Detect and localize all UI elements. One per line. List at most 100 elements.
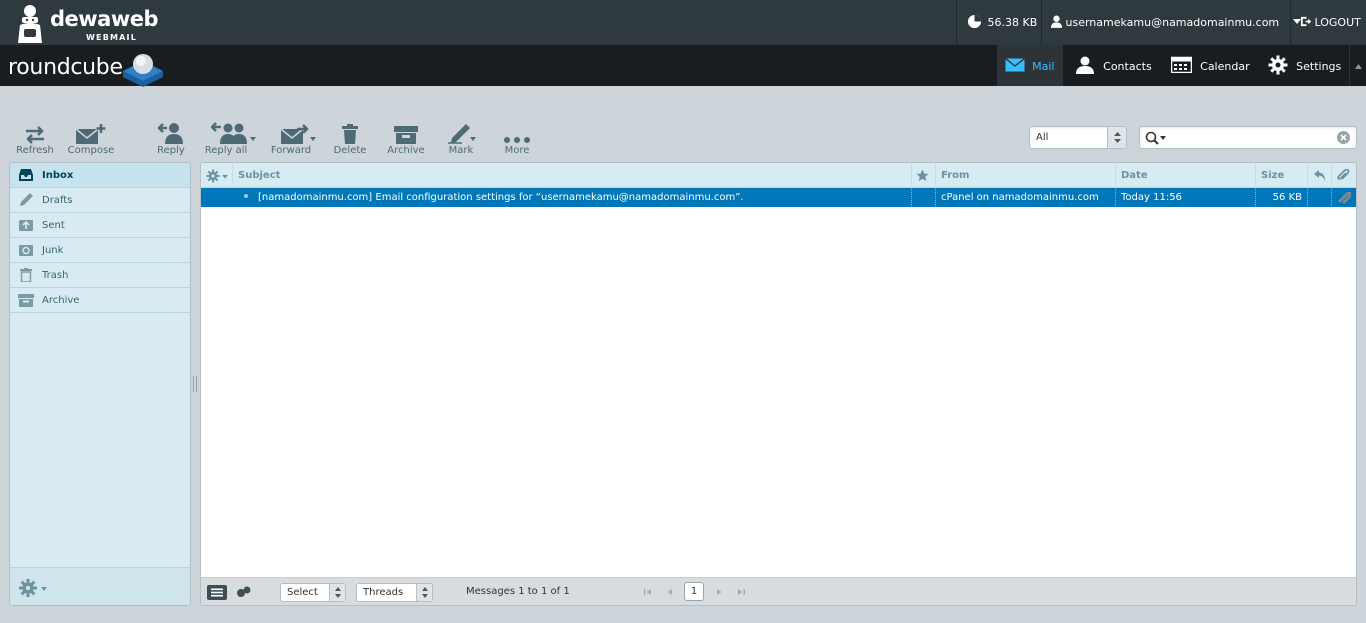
archive-label: Archive bbox=[387, 145, 425, 156]
column-attachment[interactable] bbox=[1331, 163, 1356, 188]
page-number-input[interactable]: 1 bbox=[684, 582, 704, 601]
reply-all-icon bbox=[211, 122, 247, 144]
collapse-header-icon[interactable] bbox=[1355, 64, 1362, 69]
dewaweb-logo[interactable]: dewaweb WEBMAIL bbox=[14, 3, 159, 43]
pane-splitter[interactable] bbox=[193, 376, 198, 392]
column-subject[interactable]: Subject bbox=[232, 163, 911, 188]
user-menu[interactable]: usernamekamu@namadomainmu.com bbox=[1051, 0, 1301, 45]
tab-settings-label: Settings bbox=[1296, 60, 1342, 73]
replied-icon bbox=[1314, 170, 1325, 181]
tab-mail-label: Mail bbox=[1032, 60, 1055, 73]
folder-list: Inbox Drafts Sent Junk Trash Archive bbox=[9, 162, 191, 606]
attachment-icon bbox=[1337, 191, 1352, 205]
logout-button[interactable]: LOGOUT bbox=[1300, 0, 1361, 45]
next-page-icon[interactable] bbox=[714, 587, 724, 597]
message-status-cell bbox=[1307, 188, 1331, 207]
folder-settings-gear-icon[interactable] bbox=[18, 578, 50, 598]
gear-icon bbox=[206, 169, 228, 183]
roundcube-logo[interactable]: roundcube bbox=[8, 46, 178, 87]
message-size: 56 KB bbox=[1255, 188, 1307, 207]
more-dots-icon bbox=[504, 137, 530, 143]
more-label: More bbox=[504, 145, 530, 156]
last-page-icon[interactable] bbox=[736, 587, 746, 597]
message-from: cPanel on namadomainmu.com bbox=[935, 188, 1115, 207]
compose-label: Compose bbox=[67, 145, 115, 156]
logout-icon bbox=[1300, 16, 1312, 27]
folder-sent[interactable]: Sent bbox=[10, 213, 190, 238]
previous-page-icon[interactable] bbox=[665, 587, 675, 597]
calendar-icon bbox=[1170, 56, 1193, 74]
mark-button[interactable]: Mark bbox=[440, 120, 482, 158]
folder-inbox[interactable]: Inbox bbox=[10, 163, 190, 188]
column-size[interactable]: Size bbox=[1255, 163, 1307, 188]
reply-button[interactable]: Reply bbox=[150, 120, 192, 158]
tab-settings[interactable]: Settings bbox=[1268, 45, 1341, 86]
roundcube-cube-icon bbox=[123, 54, 163, 87]
archive-button[interactable]: Archive bbox=[384, 120, 428, 158]
delete-button[interactable]: Delete bbox=[330, 120, 370, 158]
table-row[interactable]: [namadomainmu.com] Email configuration s… bbox=[201, 188, 1356, 207]
folder-drafts[interactable]: Drafts bbox=[10, 188, 190, 213]
tab-calendar[interactable]: Calendar bbox=[1170, 45, 1250, 86]
reply-icon bbox=[157, 123, 183, 144]
first-page-icon[interactable] bbox=[643, 587, 653, 597]
reply-all-button[interactable]: Reply all bbox=[202, 120, 258, 158]
quota-indicator: 56.38 KB bbox=[967, 0, 1037, 45]
refresh-icon bbox=[26, 126, 44, 144]
forward-icon bbox=[280, 124, 309, 144]
mark-pen-icon bbox=[448, 124, 476, 144]
tab-calendar-label: Calendar bbox=[1200, 60, 1250, 73]
archive-icon bbox=[394, 126, 418, 144]
clear-search-icon[interactable] bbox=[1337, 131, 1350, 144]
chef-mascot-icon bbox=[18, 5, 42, 43]
message-list: Subject From Date Size [namadomainmu.com… bbox=[200, 162, 1357, 606]
select-dropdown[interactable]: Select bbox=[280, 583, 346, 602]
junk-icon bbox=[19, 245, 33, 256]
user-icon bbox=[1051, 15, 1062, 28]
mail-icon bbox=[1005, 57, 1025, 71]
folder-label: Sent bbox=[42, 220, 65, 231]
message-list-header: Subject From Date Size bbox=[201, 163, 1356, 188]
brand-subtitle: WEBMAIL bbox=[86, 33, 138, 42]
forward-button[interactable]: Forward bbox=[270, 120, 318, 158]
forward-dropdown-arrow[interactable] bbox=[310, 137, 316, 141]
search-box[interactable] bbox=[1139, 126, 1357, 149]
filter-select[interactable]: All bbox=[1029, 126, 1127, 149]
page-number: 1 bbox=[690, 586, 698, 597]
quota-text: 56.38 KB bbox=[987, 16, 1038, 29]
tab-contacts[interactable]: Contacts bbox=[1075, 45, 1152, 86]
paperclip-icon bbox=[1337, 168, 1350, 180]
search-input[interactable] bbox=[1166, 129, 1336, 146]
folder-junk[interactable]: Junk bbox=[10, 238, 190, 263]
app-header: roundcube Mail Contacts Calendar Setting… bbox=[0, 45, 1366, 87]
compose-button[interactable]: Compose bbox=[66, 120, 116, 158]
list-view-icon[interactable] bbox=[207, 585, 227, 600]
logout-label: LOGOUT bbox=[1314, 16, 1361, 29]
column-date[interactable]: Date bbox=[1115, 163, 1255, 188]
message-flag-cell[interactable] bbox=[911, 188, 935, 207]
column-flagged[interactable] bbox=[911, 163, 935, 188]
column-replied[interactable] bbox=[1307, 163, 1331, 188]
folder-label: Archive bbox=[42, 295, 80, 306]
message-list-footer: Select Threads Messages 1 to 1 of 1 1 bbox=[201, 577, 1356, 605]
delete-label: Delete bbox=[333, 145, 367, 156]
more-button[interactable]: More bbox=[498, 120, 536, 158]
message-subject-cell: [namadomainmu.com] Email configuration s… bbox=[232, 188, 911, 207]
column-from[interactable]: From bbox=[935, 163, 1115, 188]
refresh-button[interactable]: Refresh bbox=[14, 120, 56, 158]
brand-name: dewaweb bbox=[50, 7, 159, 31]
updown-arrows-icon bbox=[1114, 132, 1121, 143]
forward-label: Forward bbox=[270, 145, 312, 156]
search-icon[interactable] bbox=[1145, 131, 1167, 145]
folder-label: Trash bbox=[42, 270, 69, 281]
threads-dropdown[interactable]: Threads bbox=[356, 583, 433, 602]
folder-trash[interactable]: Trash bbox=[10, 263, 190, 288]
threads-view-icon[interactable] bbox=[236, 586, 252, 598]
folder-label: Junk bbox=[42, 245, 64, 256]
list-options-button[interactable] bbox=[206, 169, 230, 183]
folder-archive[interactable]: Archive bbox=[10, 288, 190, 313]
pencil-icon bbox=[20, 193, 33, 206]
reply-all-dropdown-arrow[interactable] bbox=[250, 137, 256, 141]
tab-mail[interactable]: Mail bbox=[997, 45, 1063, 86]
filter-value: All bbox=[1036, 132, 1049, 143]
